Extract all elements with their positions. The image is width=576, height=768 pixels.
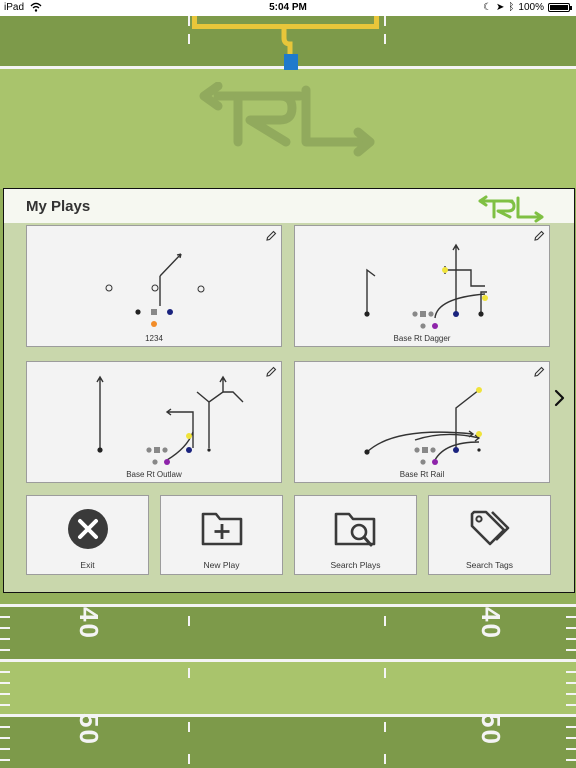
side-hash-mark — [566, 737, 576, 739]
hash-mark — [188, 16, 190, 26]
my-plays-panel: My Plays 1234 Base Rt Dagger Base Rt Out… — [3, 188, 575, 593]
search-tags-label: Search Tags — [465, 560, 514, 570]
side-hash-mark — [566, 704, 576, 706]
battery-icon — [548, 3, 572, 12]
yard-number: 40 — [73, 607, 104, 640]
pencil-icon[interactable] — [533, 229, 545, 247]
hash-mark — [188, 754, 190, 764]
rl-logo-icon — [478, 195, 544, 223]
yard-number: 50 — [475, 713, 506, 746]
side-hash-mark — [0, 693, 10, 695]
side-hash-mark — [566, 759, 576, 761]
side-hash-mark — [566, 649, 576, 651]
side-hash-mark — [0, 759, 10, 761]
hash-mark — [188, 668, 190, 678]
side-hash-mark — [566, 671, 576, 673]
play-card[interactable]: Base Rt Outlaw — [26, 361, 282, 483]
side-hash-mark — [566, 627, 576, 629]
hash-mark — [384, 34, 386, 44]
panel-header: My Plays — [4, 189, 574, 223]
exit-label: Exit — [80, 560, 95, 570]
search-plays-label: Search Plays — [330, 560, 381, 570]
field-stripe — [0, 662, 576, 714]
side-hash-mark — [0, 671, 10, 673]
play-label: Base Rt Dagger — [393, 334, 451, 343]
side-hash-mark — [0, 704, 10, 706]
side-hash-mark — [0, 715, 10, 717]
side-hash-mark — [0, 748, 10, 750]
hash-mark — [188, 616, 190, 626]
hash-mark — [384, 754, 386, 764]
side-hash-mark — [0, 649, 10, 651]
side-hash-mark — [0, 660, 10, 662]
side-hash-mark — [566, 715, 576, 717]
side-hash-mark — [566, 748, 576, 750]
hash-mark — [188, 722, 190, 732]
play-diagram — [96, 375, 244, 465]
play-label: Base Rt Rail — [399, 470, 445, 479]
tags-icon — [470, 510, 509, 546]
hash-mark — [384, 16, 386, 26]
exit-button[interactable]: Exit — [26, 495, 149, 575]
new-play-label: New Play — [203, 560, 240, 570]
yard-number: 50 — [73, 713, 104, 746]
goalpost-icon — [192, 16, 379, 70]
pencil-icon[interactable] — [265, 365, 277, 383]
status-bar: iPad 5:04 PM ☾ ➤ ᛒ 100% — [0, 0, 576, 16]
search-plays-button[interactable]: Search Plays — [294, 495, 417, 575]
pencil-icon[interactable] — [533, 365, 545, 383]
hash-mark — [384, 616, 386, 626]
side-hash-mark — [0, 737, 10, 739]
folder-plus-icon — [201, 512, 242, 546]
hash-mark — [384, 668, 386, 678]
search-tags-button[interactable]: Search Tags — [428, 495, 551, 575]
chevron-right-icon[interactable] — [553, 388, 567, 408]
play-card[interactable]: 1234 — [26, 225, 282, 347]
side-hash-mark — [566, 693, 576, 695]
play-diagram — [105, 253, 205, 327]
side-hash-mark — [566, 726, 576, 728]
hash-mark — [384, 722, 386, 732]
play-label: 1234 — [145, 334, 163, 343]
side-hash-mark — [0, 682, 10, 684]
battery-label: 100% — [518, 2, 544, 13]
side-hash-mark — [566, 660, 576, 662]
folder-search-icon — [334, 512, 375, 547]
status-right: ☾ ➤ ᛒ 100% — [483, 2, 572, 13]
side-hash-mark — [0, 627, 10, 629]
side-hash-mark — [0, 616, 10, 618]
new-play-button[interactable]: New Play — [160, 495, 283, 575]
close-circle-icon — [67, 509, 108, 549]
bluetooth-icon: ᛒ — [508, 2, 515, 13]
pencil-icon[interactable] — [265, 229, 277, 247]
play-diagram — [364, 387, 482, 465]
hash-mark — [188, 34, 190, 44]
play-card[interactable]: Base Rt Rail — [294, 361, 550, 483]
side-hash-mark — [566, 682, 576, 684]
play-diagram — [364, 243, 488, 329]
side-hash-mark — [0, 726, 10, 728]
play-label: Base Rt Outlaw — [126, 470, 182, 479]
location-icon: ➤ — [496, 2, 505, 13]
yard-number: 40 — [475, 607, 506, 640]
side-hash-mark — [566, 616, 576, 618]
play-card[interactable]: Base Rt Dagger — [294, 225, 550, 347]
rl-logo-icon — [199, 82, 375, 157]
side-hash-mark — [566, 638, 576, 640]
moon-icon: ☾ — [483, 2, 493, 13]
side-hash-mark — [0, 638, 10, 640]
panel-title: My Plays — [26, 198, 91, 215]
